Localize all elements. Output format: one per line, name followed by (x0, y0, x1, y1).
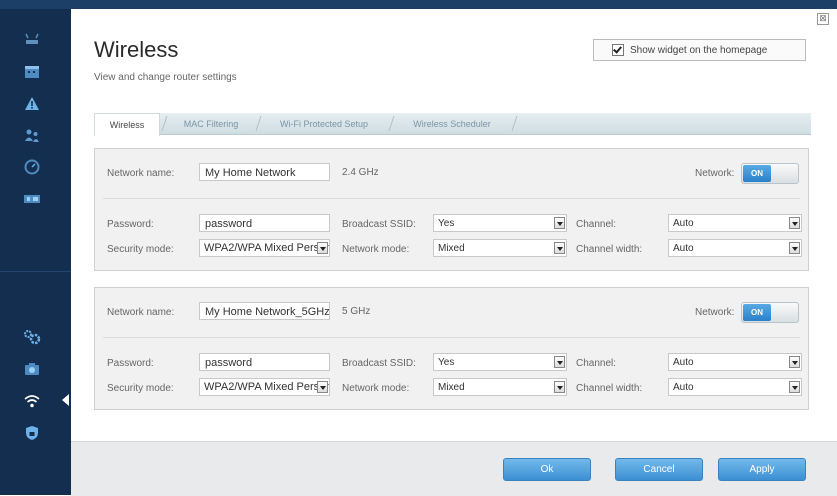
close-icon[interactable]: ⊠ (817, 13, 829, 25)
password-label: Password: (107, 219, 154, 230)
tab-wireless[interactable]: Wireless (94, 113, 160, 136)
channel-label: Channel: (576, 358, 617, 369)
panel-divider (103, 337, 800, 338)
usb-storage-icon[interactable] (22, 189, 42, 209)
wireless-icon[interactable] (22, 391, 42, 411)
tab-separator (161, 116, 168, 131)
broadcast-ssid-select[interactable]: Yes (433, 214, 567, 232)
tab-separator (388, 116, 395, 131)
active-item-indicator (62, 394, 69, 406)
chevron-down-icon[interactable] (789, 381, 800, 393)
channel-select[interactable]: Auto (668, 353, 802, 371)
channel-label: Channel: (576, 219, 617, 230)
network-name-label: Network name: (107, 307, 175, 318)
network-panel-2-4ghz: Network name: My Home Network 2.4 GHz Ne… (94, 148, 809, 271)
band-label: 5 GHz (342, 306, 371, 317)
chevron-down-icon[interactable] (789, 242, 800, 254)
network-mode-label: Network mode: (342, 383, 410, 394)
chevron-down-icon[interactable] (554, 217, 565, 229)
cancel-button[interactable]: Cancel (615, 458, 703, 481)
security-mode-value: WPA2/WPA Mixed Personal (204, 381, 330, 393)
tab-separator (255, 116, 262, 131)
calendar-icon[interactable] (22, 61, 42, 81)
chevron-down-icon[interactable] (317, 381, 328, 393)
camera-backup-icon[interactable] (22, 359, 42, 379)
channel-width-label: Channel width: (576, 244, 643, 255)
tab-wireless-scheduler[interactable]: Wireless Scheduler (395, 113, 509, 134)
channel-width-select[interactable]: Auto (668, 239, 802, 257)
broadcast-ssid-label: Broadcast SSID: (342, 219, 416, 230)
settings-gears-icon[interactable] (22, 327, 42, 347)
broadcast-ssid-label: Broadcast SSID: (342, 358, 416, 369)
speedometer-icon[interactable] (22, 157, 42, 177)
broadcast-ssid-value: Yes (438, 218, 455, 229)
password-label: Password: (107, 358, 154, 369)
channel-select[interactable]: Auto (668, 214, 802, 232)
network-mode-select[interactable]: Mixed (433, 239, 567, 257)
tab-mac-filtering[interactable]: MAC Filtering (168, 113, 254, 134)
chevron-down-icon[interactable] (554, 242, 565, 254)
chevron-down-icon[interactable] (789, 217, 800, 229)
router-icon[interactable] (22, 29, 42, 49)
password-input[interactable]: password (199, 353, 330, 371)
security-mode-label: Security mode: (107, 383, 174, 394)
chevron-down-icon[interactable] (554, 381, 565, 393)
chevron-down-icon[interactable] (317, 242, 328, 254)
broadcast-ssid-select[interactable]: Yes (433, 353, 567, 371)
security-mode-label: Security mode: (107, 244, 174, 255)
security-mode-value: WPA2/WPA Mixed Personal (204, 242, 330, 254)
page-subtitle: View and change router settings (94, 72, 237, 83)
channel-width-select[interactable]: Auto (668, 378, 802, 396)
security-mode-select[interactable]: WPA2/WPA Mixed Personal (199, 239, 330, 257)
network-toggle[interactable]: ON (741, 302, 799, 323)
channel-width-value: Auto (673, 243, 694, 254)
network-name-label: Network name: (107, 168, 175, 179)
sidebar (0, 9, 71, 495)
network-toggle-label: Network: (695, 307, 735, 318)
main-panel: ⊠ Wireless View and change router settin… (71, 9, 837, 496)
broadcast-ssid-value: Yes (438, 357, 455, 368)
page-title: Wireless (94, 37, 179, 62)
network-toggle-label: Network: (695, 168, 735, 179)
toggle-on-state: ON (743, 304, 771, 321)
parental-controls-icon[interactable] (22, 125, 42, 145)
sidebar-divider (0, 271, 71, 272)
tab-wifi-protected-setup[interactable]: Wi-Fi Protected Setup (262, 113, 386, 134)
chevron-down-icon[interactable] (554, 356, 565, 368)
warning-icon[interactable] (22, 93, 42, 113)
network-name-input[interactable]: My Home Network_5GHz (199, 302, 330, 320)
tab-bar: Wireless MAC Filtering Wi-Fi Protected S… (94, 113, 811, 136)
network-toggle[interactable]: ON (741, 163, 799, 184)
network-mode-label: Network mode: (342, 244, 410, 255)
channel-width-value: Auto (673, 382, 694, 393)
password-input[interactable]: password (199, 214, 330, 232)
channel-width-label: Channel width: (576, 383, 643, 394)
security-mode-select[interactable]: WPA2/WPA Mixed Personal (199, 378, 330, 396)
apply-button[interactable]: Apply (718, 458, 806, 481)
network-mode-value: Mixed (438, 243, 465, 254)
toggle-on-state: ON (743, 165, 771, 182)
ok-button[interactable]: Ok (503, 458, 591, 481)
tab-separator (511, 116, 518, 131)
band-label: 2.4 GHz (342, 167, 379, 178)
chevron-down-icon[interactable] (789, 356, 800, 368)
checkbox-checked-icon[interactable] (612, 44, 624, 56)
panel-divider (103, 198, 800, 199)
channel-value: Auto (673, 357, 694, 368)
network-mode-select[interactable]: Mixed (433, 378, 567, 396)
security-shield-icon[interactable] (22, 423, 42, 443)
channel-value: Auto (673, 218, 694, 229)
show-widget-label: Show widget on the homepage (630, 44, 768, 56)
top-strip (0, 0, 837, 9)
network-panel-5ghz: Network name: My Home Network_5GHz 5 GHz… (94, 287, 809, 410)
network-name-input[interactable]: My Home Network (199, 163, 330, 181)
footer-bar: Ok Cancel Apply (71, 441, 837, 496)
show-widget-checkbox[interactable]: Show widget on the homepage (593, 39, 806, 61)
network-mode-value: Mixed (438, 382, 465, 393)
